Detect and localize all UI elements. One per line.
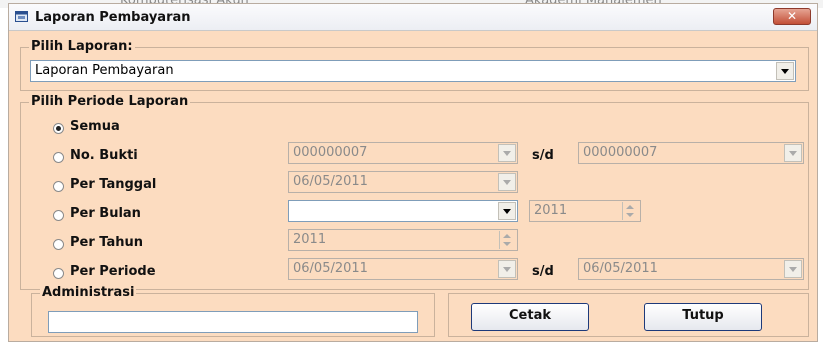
pilih-laporan-legend: Pilih Laporan: bbox=[29, 39, 135, 54]
laporan-select[interactable]: Laporan Pembayaran bbox=[30, 60, 796, 82]
bulan-tahun-spinner[interactable]: 2011 bbox=[529, 200, 641, 222]
no-bukti-from-value: 000000007 bbox=[293, 145, 368, 160]
bulan-tahun-value: 2011 bbox=[534, 203, 568, 218]
periode-legend: Pilih Periode Laporan bbox=[29, 94, 191, 109]
bulan-select[interactable] bbox=[288, 200, 518, 222]
radio-icon bbox=[53, 123, 64, 134]
spinner-arrows-icon[interactable] bbox=[499, 231, 516, 249]
sd-label-periode: s/d bbox=[532, 264, 554, 279]
no-bukti-from-select[interactable]: 000000007 bbox=[288, 142, 518, 164]
tutup-button-label: Tutup bbox=[682, 308, 724, 323]
laporan-pembayaran-dialog: Laporan Pembayaran ✕ Pilih Laporan: Lapo… bbox=[8, 3, 818, 342]
chevron-down-icon[interactable] bbox=[784, 144, 802, 162]
sd-label-no-bukti: s/d bbox=[532, 148, 554, 163]
periode-to-value: 06/05/2011 bbox=[583, 261, 658, 276]
radio-icon bbox=[53, 152, 64, 163]
cetak-button-label: Cetak bbox=[509, 308, 551, 323]
periode-from-picker[interactable]: 06/05/2011 bbox=[288, 258, 518, 280]
chevron-down-icon[interactable] bbox=[498, 202, 516, 220]
no-bukti-to-select[interactable]: 000000007 bbox=[578, 142, 804, 164]
radio-per-tahun-label: Per Tahun bbox=[70, 235, 144, 250]
chevron-down-icon[interactable] bbox=[784, 260, 802, 278]
tutup-button[interactable]: Tutup bbox=[644, 303, 762, 331]
chevron-down-icon[interactable] bbox=[498, 144, 516, 162]
spinner-arrows-icon[interactable] bbox=[622, 202, 639, 220]
radio-icon bbox=[53, 239, 64, 250]
no-bukti-to-value: 000000007 bbox=[583, 145, 658, 160]
tanggal-picker[interactable]: 06/05/2011 bbox=[288, 171, 518, 193]
radio-icon bbox=[53, 268, 64, 279]
tahun-spinner[interactable]: 2011 bbox=[288, 229, 518, 251]
title-bar[interactable]: Laporan Pembayaran ✕ bbox=[9, 4, 817, 31]
radio-icon bbox=[53, 210, 64, 221]
administrasi-group: Administrasi bbox=[31, 285, 435, 337]
chevron-down-icon[interactable] bbox=[498, 173, 516, 191]
periode-from-value: 06/05/2011 bbox=[293, 261, 368, 276]
tanggal-value: 06/05/2011 bbox=[293, 174, 368, 189]
chevron-down-icon[interactable] bbox=[776, 62, 794, 80]
radio-no-bukti-label: No. Bukti bbox=[70, 148, 138, 163]
window-title: Laporan Pembayaran bbox=[35, 10, 191, 25]
radio-icon bbox=[53, 181, 64, 192]
radio-per-periode-label: Per Periode bbox=[70, 264, 156, 279]
pilih-laporan-group: Pilih Laporan: Laporan Pembayaran bbox=[20, 39, 809, 91]
close-button[interactable]: ✕ bbox=[773, 8, 811, 25]
radio-semua-label: Semua bbox=[70, 119, 120, 134]
laporan-select-value: Laporan Pembayaran bbox=[35, 63, 174, 78]
close-icon: ✕ bbox=[786, 9, 798, 23]
tahun-value: 2011 bbox=[293, 232, 327, 247]
radio-per-bulan-label: Per Bulan bbox=[70, 206, 141, 221]
periode-to-picker[interactable]: 06/05/2011 bbox=[578, 258, 804, 280]
administrasi-legend: Administrasi bbox=[40, 285, 137, 300]
app-icon bbox=[15, 11, 28, 22]
cetak-button[interactable]: Cetak bbox=[471, 303, 589, 331]
administrasi-input[interactable] bbox=[48, 311, 418, 333]
chevron-down-icon[interactable] bbox=[498, 260, 516, 278]
radio-per-tanggal-label: Per Tanggal bbox=[70, 177, 157, 192]
